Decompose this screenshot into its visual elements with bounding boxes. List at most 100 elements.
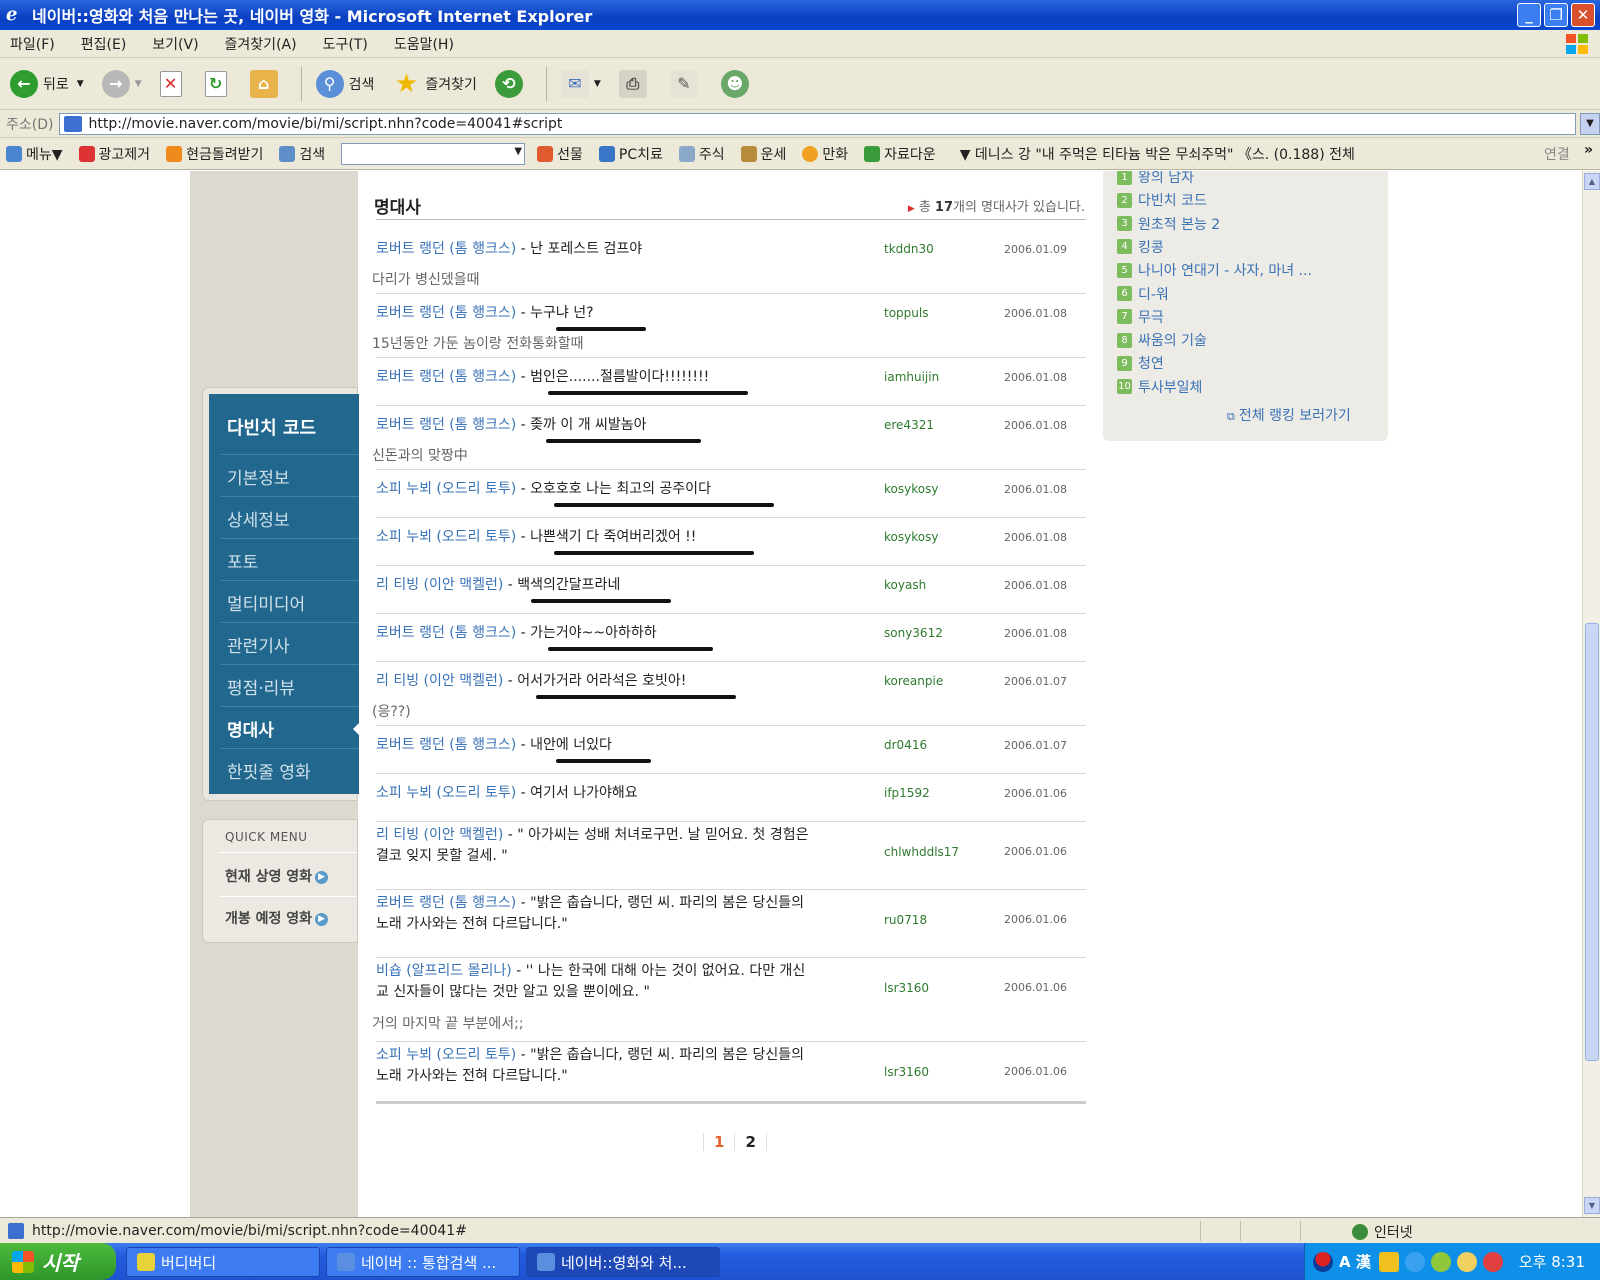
adblock-button[interactable]: 광고제거 bbox=[78, 144, 150, 164]
nav-basic-info[interactable]: 기본정보 bbox=[227, 464, 290, 489]
quick-now-showing[interactable]: 현재 상영 영화 ▶ bbox=[225, 866, 329, 886]
quote-text[interactable]: 리 티빙 (이안 맥켈런) - 어서가거라 어라석은 호빗아! bbox=[376, 671, 886, 692]
character-link[interactable]: 리 티빙 (이안 맥켈런) bbox=[376, 577, 503, 593]
ranking-item[interactable]: 4 킹콩 bbox=[1117, 237, 1164, 257]
character-link[interactable]: 로버트 랭던 (톰 행크스) bbox=[376, 305, 516, 321]
stock-button[interactable]: 주식 bbox=[678, 144, 725, 164]
restore-button[interactable]: ❐ bbox=[1544, 3, 1568, 27]
stop-button[interactable]: ✕ bbox=[159, 70, 187, 97]
nav-photo[interactable]: 포토 bbox=[227, 548, 258, 573]
nav-detail-info[interactable]: 상세정보 bbox=[227, 506, 290, 531]
search-button[interactable]: ⚲ 검색 bbox=[315, 69, 374, 98]
quote-text[interactable]: 로버트 랭던 (톰 행크스) - 내안에 너있다 bbox=[376, 735, 886, 756]
nav-reviews[interactable]: 평점·리뷰 bbox=[227, 674, 295, 699]
menu-file[interactable]: 파일(F) bbox=[10, 34, 55, 54]
back-dropdown-icon[interactable]: ▼ bbox=[77, 79, 84, 89]
quote-text[interactable]: 로버트 랭던 (톰 행크스) - 누구냐 넌? bbox=[376, 303, 886, 324]
menu-help[interactable]: 도움말(H) bbox=[394, 34, 454, 54]
cashback-button[interactable]: 현금돌려받기 bbox=[166, 144, 263, 164]
pc-care-button[interactable]: PC치료 bbox=[598, 144, 663, 164]
user-id[interactable]: koyash bbox=[884, 578, 926, 592]
character-link[interactable]: 로버트 랭던 (톰 행크스) bbox=[376, 241, 516, 257]
scroll-down-icon[interactable]: ▼ bbox=[1584, 1197, 1600, 1214]
print-button[interactable]: ⎙ bbox=[618, 69, 652, 98]
ranking-item[interactable]: 10 투사부일체 bbox=[1117, 377, 1202, 397]
user-id[interactable]: dr0416 bbox=[884, 738, 927, 752]
ranking-item[interactable]: 2 다빈치 코드 bbox=[1117, 190, 1207, 210]
character-link[interactable]: 로버트 랭던 (톰 행크스) bbox=[376, 369, 516, 385]
comic-button[interactable]: 만화 bbox=[802, 144, 848, 164]
edit-button[interactable]: ✎ bbox=[669, 69, 703, 98]
quote-text[interactable]: 로버트 랭던 (톰 행크스) - 범인은.......절름발이다!!!!!!!! bbox=[376, 367, 886, 388]
nav-quotes[interactable]: 명대사 bbox=[227, 716, 274, 741]
korean-ime-icon[interactable] bbox=[1313, 1251, 1333, 1272]
quote-text[interactable]: 소피 누뵈 (오드리 토투) - 나쁜색기 다 죽여버리겠어 !! bbox=[376, 527, 886, 548]
character-link[interactable]: 소피 누뵈 (오드리 토투) bbox=[376, 785, 516, 801]
connect-label[interactable]: 연결 bbox=[1544, 144, 1570, 164]
forward-dropdown-icon[interactable]: ▼ bbox=[135, 79, 142, 89]
character-link[interactable]: 리 티빙 (이안 맥켈런) bbox=[376, 827, 503, 843]
character-link[interactable]: 로버트 랭던 (톰 행크스) bbox=[376, 895, 516, 911]
nav-articles[interactable]: 관련기사 bbox=[227, 632, 290, 657]
quote-text[interactable]: 로버트 랭던 (톰 행크스) - 좆까 이 개 씨발놈아 bbox=[376, 415, 886, 436]
gift-button[interactable]: 선물 bbox=[537, 144, 583, 164]
character-link[interactable]: 로버트 랭던 (톰 행크스) bbox=[376, 417, 516, 433]
quick-coming-soon[interactable]: 개봉 예정 영화 ▶ bbox=[225, 908, 329, 928]
quote-text[interactable]: 리 티빙 (이안 맥켈런) - 백색의간달프라네 bbox=[376, 575, 886, 596]
history-button[interactable]: ⟲ bbox=[494, 69, 528, 98]
mail-button[interactable]: ✉ ▼ bbox=[560, 69, 601, 98]
ranking-item[interactable]: 3 원초적 본능 2 bbox=[1117, 214, 1220, 234]
start-button[interactable]: 시작 bbox=[0, 1243, 116, 1280]
minimize-button[interactable]: _ bbox=[1517, 3, 1541, 27]
user-id[interactable]: sony3612 bbox=[884, 626, 943, 640]
movie-title[interactable]: 다빈치 코드 bbox=[227, 414, 316, 440]
user-id[interactable]: lsr3160 bbox=[884, 1065, 929, 1079]
menu-tools[interactable]: 도구(T) bbox=[323, 34, 368, 54]
ranking-item[interactable]: 9 청연 bbox=[1117, 353, 1164, 373]
menu-view[interactable]: 보기(V) bbox=[152, 34, 198, 54]
all-ranking-link[interactable]: ⧉ 전체 랭킹 보러가기 bbox=[1227, 405, 1351, 425]
user-id[interactable]: koreanpie bbox=[884, 674, 943, 688]
user-id[interactable]: kosykosy bbox=[884, 530, 938, 544]
tray-security-icon[interactable] bbox=[1482, 1251, 1503, 1272]
links-search-input[interactable] bbox=[341, 142, 526, 165]
quote-text[interactable]: 로버트 랭던 (톰 행크스) - 가는거야~~아하하하 bbox=[376, 623, 886, 644]
user-id[interactable]: toppuls bbox=[884, 306, 928, 320]
refresh-button[interactable]: ↻ bbox=[204, 70, 232, 97]
download-button[interactable]: 자료다운 bbox=[864, 144, 936, 164]
address-input[interactable]: http://movie.naver.com/movie/bi/mi/scrip… bbox=[59, 112, 1576, 135]
quote-text[interactable]: 소피 누뵈 (오드리 토투) - 오호호호 나는 최고의 공주이다 bbox=[376, 479, 886, 500]
user-id[interactable]: kosykosy bbox=[884, 482, 938, 496]
messenger-button[interactable]: ☻ bbox=[720, 69, 754, 98]
quote-text[interactable]: 소피 누뵈 (오드리 토투) - 여기서 나가야해요 bbox=[376, 783, 886, 804]
ranking-item[interactable]: 6 디-워 bbox=[1117, 284, 1169, 304]
menu-favorites[interactable]: 즐겨찾기(A) bbox=[225, 34, 297, 54]
user-id[interactable]: ifp1592 bbox=[884, 786, 930, 800]
character-link[interactable]: 소피 누뵈 (오드리 토투) bbox=[376, 529, 516, 545]
page-1-link[interactable]: 1 bbox=[714, 1133, 724, 1151]
quote-text[interactable]: 리 티빙 (이안 맥켈런) - " 아가씨는 성배 처녀로구먼. 날 믿어요. … bbox=[376, 825, 886, 867]
task-naver-search[interactable]: 네이버 :: 통합검색 ... bbox=[326, 1247, 520, 1277]
nav-multimedia[interactable]: 멀티미디어 bbox=[227, 590, 305, 615]
character-link[interactable]: 로버트 랭던 (톰 행크스) bbox=[376, 625, 516, 641]
address-dropdown-icon[interactable]: ▼ bbox=[1580, 112, 1600, 135]
character-link[interactable]: 로버트 랭던 (톰 행크스) bbox=[376, 737, 516, 753]
tray-network-icon[interactable] bbox=[1430, 1251, 1451, 1272]
user-id[interactable]: ru0718 bbox=[884, 913, 927, 927]
task-buddybuddy[interactable]: 버디버디 bbox=[126, 1247, 320, 1277]
links-menu-button[interactable]: 메뉴▼ bbox=[6, 144, 63, 164]
character-link[interactable]: 비숍 (알프리드 몰리나) bbox=[376, 963, 512, 979]
news-ticker[interactable]: ▼ 데니스 강 "내 주먹은 티타늄 박은 무쇠주먹" 《스. (0.188) … bbox=[960, 144, 1355, 164]
quote-text[interactable]: 로버트 랭던 (톰 행크스) - "밝은 춥습니다, 랭던 씨. 파리의 봄은 … bbox=[376, 893, 886, 935]
scroll-up-icon[interactable]: ▲ bbox=[1584, 173, 1600, 190]
ranking-item[interactable]: 8 싸움의 기술 bbox=[1117, 330, 1207, 350]
quote-text[interactable]: 비숍 (알프리드 몰리나) - '' 나는 한국에 대해 아는 것이 없어요. … bbox=[376, 961, 886, 1003]
user-id[interactable]: tkddn30 bbox=[884, 242, 934, 256]
character-link[interactable]: 소피 누뵈 (오드리 토투) bbox=[376, 481, 516, 497]
tray-arrow-icon[interactable] bbox=[1404, 1251, 1425, 1272]
tray-app-icon[interactable] bbox=[1378, 1251, 1399, 1272]
favorites-button[interactable]: ★ 즐겨찾기 bbox=[392, 69, 477, 99]
vertical-scrollbar[interactable]: ▲ ▼ bbox=[1582, 171, 1600, 1217]
menu-edit[interactable]: 편집(E) bbox=[81, 34, 127, 54]
page-2-link[interactable]: 2 bbox=[745, 1133, 755, 1151]
